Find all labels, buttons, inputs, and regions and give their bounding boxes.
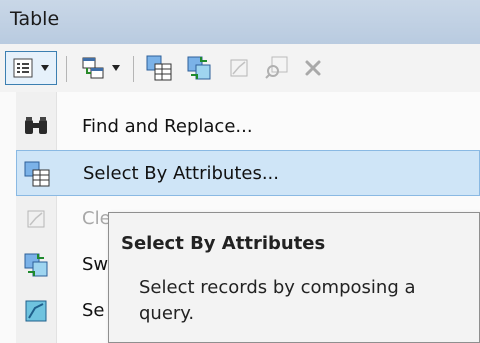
- menu-item-label: Find and Replace...: [82, 116, 253, 137]
- menu-item-select-by-attributes[interactable]: Select By Attributes...: [16, 150, 480, 196]
- delete-selected-icon: [303, 58, 323, 78]
- delete-selected-toolbar-button[interactable]: [298, 52, 328, 84]
- menu-item-label: Sw: [82, 254, 109, 275]
- menu-item-label: Se: [82, 300, 105, 321]
- chevron-down-icon: [111, 64, 121, 72]
- menu-item-label: Select By Attributes...: [83, 163, 279, 184]
- window-title: Table: [10, 8, 60, 30]
- clear-selection-icon: [20, 203, 52, 235]
- switch-selection-toolbar-button[interactable]: [182, 52, 216, 84]
- select-all-icon: [20, 295, 52, 327]
- table-window-edge: [0, 92, 17, 343]
- chevron-down-icon: [40, 64, 50, 72]
- zoom-to-selected-icon: [264, 55, 290, 81]
- table-toolbar: [0, 44, 480, 92]
- select-by-attributes-icon: [146, 55, 172, 81]
- tooltip-title: Select By Attributes: [121, 233, 326, 254]
- clear-selection-icon: [228, 57, 250, 79]
- zoom-to-selected-toolbar-button[interactable]: [260, 52, 294, 84]
- tooltip: Select By Attributes Select records by c…: [108, 212, 480, 343]
- title-bar: Table: [0, 0, 480, 44]
- toolbar-separator: [133, 56, 134, 82]
- related-tables-icon: [81, 56, 105, 80]
- binoculars-icon: [20, 111, 52, 143]
- menu-item-find-and-replace[interactable]: Find and Replace...: [16, 104, 480, 150]
- select-by-attributes-toolbar-button[interactable]: [142, 52, 176, 84]
- switch-selection-icon: [186, 55, 212, 81]
- table-options-button[interactable]: [5, 51, 57, 85]
- menu-item-label: Cle: [82, 208, 111, 229]
- clear-selection-toolbar-button[interactable]: [224, 52, 254, 84]
- tooltip-description: Select records by composing a query.: [139, 277, 416, 324]
- table-options-icon: [12, 57, 34, 79]
- select-by-attributes-icon: [21, 158, 53, 190]
- related-tables-button[interactable]: [76, 52, 126, 84]
- switch-selection-icon: [20, 249, 52, 281]
- toolbar-separator: [66, 56, 67, 82]
